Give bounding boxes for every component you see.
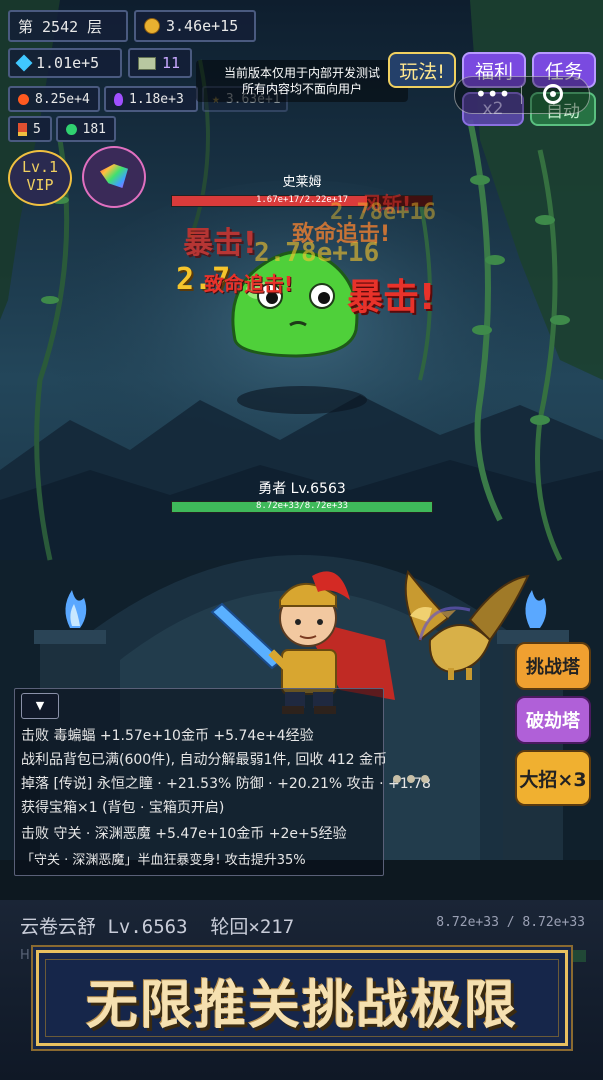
green-orb-icon: [66, 123, 77, 135]
log-line: 战利品背包已满(600件), 自动分解最弱1件, 回收 412 金币: [21, 752, 387, 768]
gold-counter: 3.46e+15: [134, 10, 256, 42]
diamond-value: 1.01e+5: [36, 54, 100, 72]
log-line: 击败 毒蝙蝠 +1.57e+10金币 +5.74e+4经验: [21, 728, 314, 744]
potion-icon: [114, 92, 123, 106]
hero-hp-bar: 8.72e+33/8.72e+33: [171, 501, 433, 513]
diamond-counter: 1.01e+5: [8, 48, 122, 78]
ticket-icon: [138, 56, 156, 70]
break-tower-label: 破劫塔: [526, 711, 580, 732]
dev-notice-line2: 所有内容均不面向用户: [241, 82, 362, 96]
hero-name-level: 勇者 Lv.6563: [258, 481, 346, 497]
hero-hp-text: 8.72e+33/8.72e+33: [255, 501, 349, 511]
banner-title: 无限推关挑战极限: [85, 975, 518, 1036]
floor-label: 第 2542 层: [18, 17, 103, 36]
medal-counter: 5: [8, 116, 52, 142]
orb-counter: 181: [56, 116, 116, 142]
vip-badge[interactable]: Lv.1 VIP: [8, 150, 72, 206]
player-hp-label: HP: [20, 948, 38, 963]
ticket-counter: 11: [128, 48, 192, 78]
vip-level: Lv.1: [21, 158, 59, 176]
break-tower-button[interactable]: 破劫塔: [515, 696, 591, 744]
rainbow-wing-icon: [100, 164, 128, 188]
floor-indicator: 第 2542 层: [8, 10, 128, 42]
challenge-tower-label: 挑战塔: [526, 657, 580, 678]
potion-counter: 1.18e+3: [104, 86, 198, 112]
crit-text-2: 暴击!: [347, 277, 436, 318]
collapse-log-button[interactable]: ▼: [21, 693, 59, 719]
enemy-name: 史莱姆: [282, 175, 322, 190]
close-miniprogram-icon[interactable]: [543, 84, 563, 104]
player-name-level: 云卷云舒 Lv.6563 轮回×217: [20, 916, 295, 938]
dev-notice-line1: 当前版本仅用于内部开发测试: [223, 66, 380, 80]
fire-value: 8.25e+4: [35, 91, 90, 107]
log-line: 「守关 · 深渊恶魔」半血狂暴变身! 攻击提升35%: [21, 853, 306, 868]
rainbow-wing-button[interactable]: [82, 146, 146, 208]
promo-banner: 无限推关挑战极限: [36, 950, 568, 1046]
battle-log-panel[interactable]: ▼ 击败 毒蝙蝠 +1.57e+10金币 +5.74e+4经验 战利品背包已满(…: [14, 688, 431, 876]
ticket-value: 11: [162, 54, 181, 72]
gold-value: 3.46e+15: [166, 17, 239, 35]
crit-text-1: 暴击!: [183, 226, 257, 261]
damage-number-2: 2.78e+16: [330, 200, 436, 225]
medal-icon: [18, 122, 27, 136]
gold-coin-icon: [144, 18, 160, 34]
diamond-icon: [15, 54, 33, 72]
medal-value: 5: [33, 121, 41, 137]
triangle-down-icon: ▼: [35, 699, 45, 712]
chase-text-2: 致命追击!: [204, 272, 294, 296]
more-menu-icon[interactable]: •••: [475, 84, 510, 104]
log-line: 掉落 [传说] 永恒之瞳 · +21.53% 防御 · +20.21% 攻击 ·…: [21, 776, 431, 792]
damage-number-1: 2.78e+16: [254, 238, 380, 268]
gameplay-label: 玩法!: [399, 60, 445, 83]
fire-counter: 8.25e+4: [8, 86, 100, 112]
fire-icon: [18, 93, 29, 105]
vip-label: VIP: [26, 176, 54, 194]
miniprogram-capsule[interactable]: •••: [454, 76, 590, 114]
log-line: 获得宝箱×1 (背包 · 宝箱页开启): [21, 800, 225, 816]
log-line: 击败 守关 · 深渊恶魔 +5.47e+10金币 +2e+5经验: [21, 826, 347, 842]
ultimate-button[interactable]: 大招×3: [515, 750, 591, 806]
dev-notice: 当前版本仅用于内部开发测试 所有内容均不面向用户: [196, 60, 408, 102]
gameplay-button[interactable]: 玩法!: [388, 52, 456, 88]
loading-dots: [393, 768, 429, 787]
challenge-tower-button[interactable]: 挑战塔: [515, 642, 591, 690]
potion-value: 1.18e+3: [129, 91, 184, 107]
orb-value: 181: [82, 121, 106, 137]
ultimate-label: 大招×3: [519, 768, 587, 791]
capsule-divider: [521, 86, 522, 104]
player-hp-text: 8.72e+33 / 8.72e+33: [436, 915, 585, 930]
